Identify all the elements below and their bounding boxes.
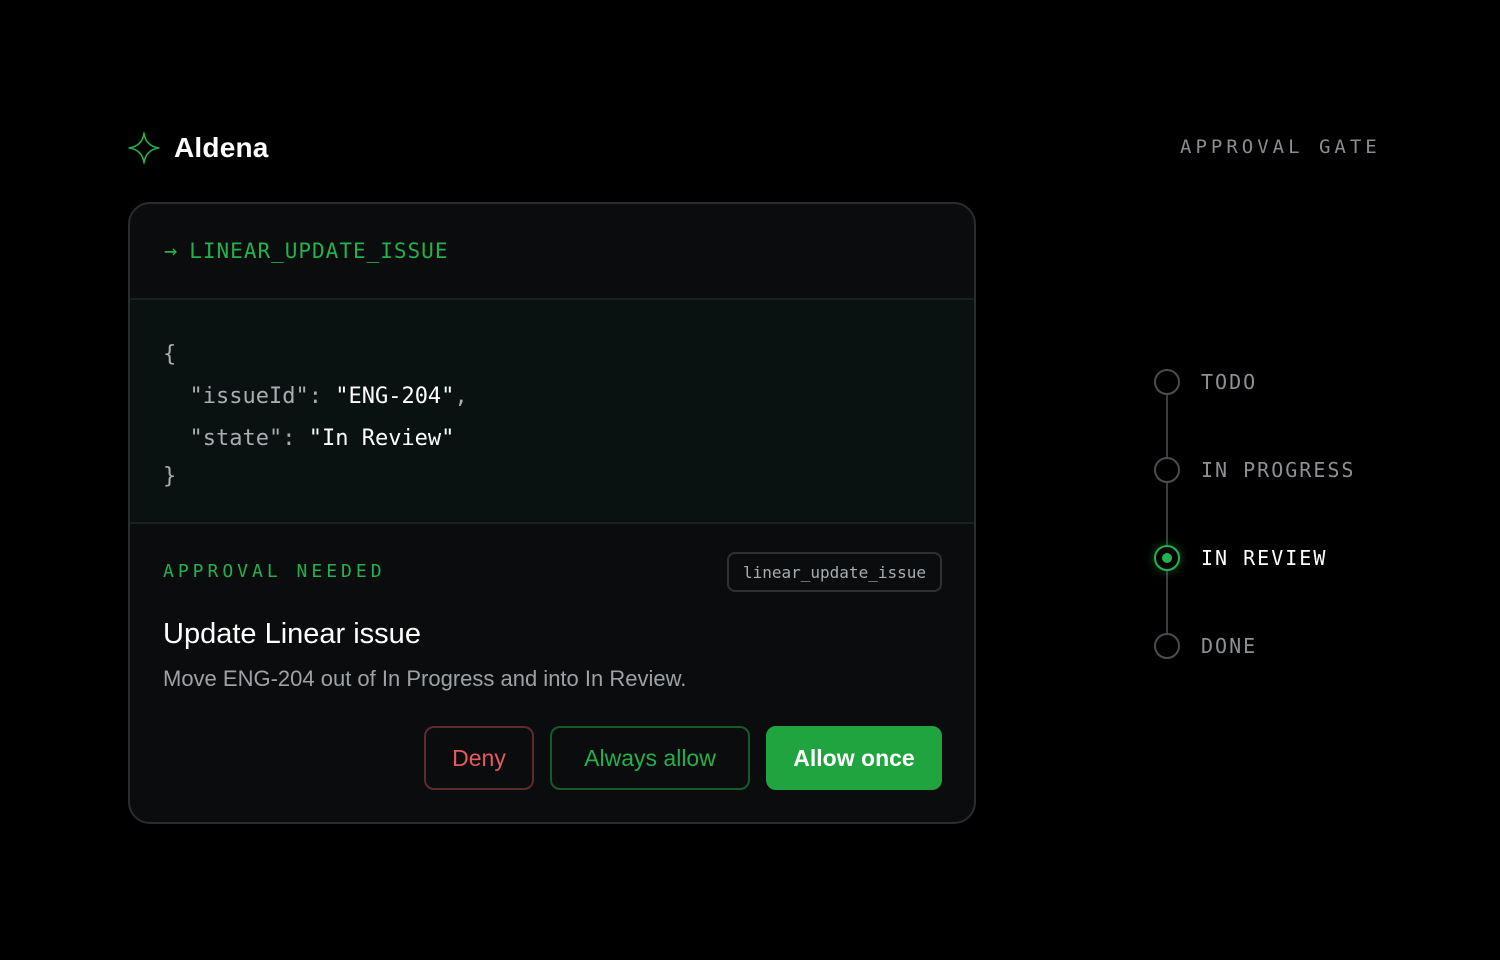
timeline-stage-todo: TODO bbox=[1154, 368, 1257, 396]
approval-needed-label: APPROVAL NEEDED bbox=[163, 561, 386, 582]
arg-key: "state" bbox=[189, 426, 283, 451]
tool-tag-badge: linear_update_issue bbox=[726, 552, 942, 592]
code-line: } bbox=[163, 456, 974, 498]
stage-circle-icon bbox=[1154, 457, 1180, 483]
arg-value: "In Review" bbox=[308, 426, 455, 451]
tool-call-arguments: { "issueId": "ENG-204", "state": "In Rev… bbox=[130, 300, 974, 524]
stage-label: TODO bbox=[1201, 370, 1258, 394]
approval-description: Move ENG-204 out of In Progress and into… bbox=[163, 666, 687, 691]
arg-key: "issueId" bbox=[189, 384, 309, 409]
code-line: "state": "In Review" bbox=[189, 426, 455, 451]
stage-circle-icon bbox=[1154, 369, 1180, 395]
arrow-right-icon: → bbox=[164, 238, 178, 264]
stage-label: DONE bbox=[1201, 634, 1258, 658]
approval-card: → LINEAR_UPDATE_ISSUE { "issueId": "ENG-… bbox=[128, 202, 976, 824]
stage-active-dot-icon bbox=[1154, 545, 1180, 571]
stage-label: IN PROGRESS bbox=[1201, 458, 1356, 482]
code-line: { bbox=[163, 334, 974, 376]
stage-label: IN REVIEW bbox=[1201, 546, 1328, 570]
sparkle-icon bbox=[128, 132, 160, 164]
code-line: "issueId": "ENG-204", bbox=[189, 384, 468, 409]
always-allow-button[interactable]: Always allow bbox=[550, 726, 750, 790]
status-timeline: TODO IN PROGRESS IN REVIEW DONE bbox=[1146, 0, 1446, 960]
brand: Aldena bbox=[128, 130, 269, 166]
timeline-stage-in-progress: IN PROGRESS bbox=[1154, 456, 1355, 484]
approval-title: Update Linear issue bbox=[163, 618, 421, 650]
arg-value: "ENG-204" bbox=[335, 384, 455, 409]
approval-section: APPROVAL NEEDED linear_update_issue Upda… bbox=[130, 524, 974, 822]
brand-name: Aldena bbox=[174, 132, 269, 163]
tool-call-header: → LINEAR_UPDATE_ISSUE bbox=[130, 204, 974, 300]
timeline-stage-in-review: IN REVIEW bbox=[1154, 544, 1327, 572]
tool-call-name: LINEAR_UPDATE_ISSUE bbox=[189, 239, 449, 263]
deny-button[interactable]: Deny bbox=[424, 726, 534, 790]
timeline-stage-done: DONE bbox=[1154, 632, 1257, 660]
arg-trailing: , bbox=[454, 384, 468, 409]
open-brace: { bbox=[163, 342, 177, 367]
stage-circle-icon bbox=[1154, 633, 1180, 659]
timeline-line bbox=[1166, 382, 1168, 646]
allow-once-button[interactable]: Allow once bbox=[766, 726, 942, 790]
close-brace: } bbox=[163, 464, 177, 489]
